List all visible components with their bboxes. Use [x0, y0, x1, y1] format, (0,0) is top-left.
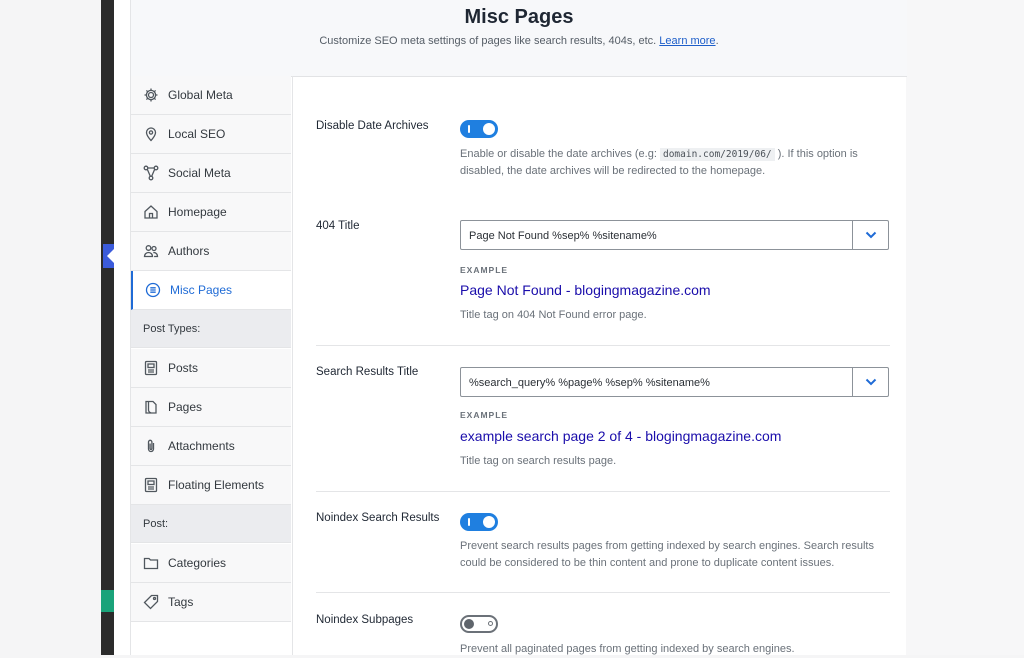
sidebar-item-social-meta[interactable]: Social Meta — [131, 154, 291, 193]
sidebar-item-posts[interactable]: Posts — [131, 349, 291, 388]
sidebar-item-label: Misc Pages — [170, 283, 233, 297]
sidebar-item-attachments[interactable]: Attachments — [131, 427, 291, 466]
sidebar-item-label: Categories — [168, 556, 227, 570]
paperclip-icon — [143, 438, 159, 454]
post-types-heading: Post Types: — [131, 310, 291, 348]
collapse-arrow-icon[interactable] — [107, 249, 114, 263]
page-title: Misc Pages — [464, 6, 574, 28]
section-divider — [316, 345, 890, 346]
toggle-off-mark — [488, 621, 493, 626]
subtitle-period: . — [715, 35, 719, 47]
toggle-on-mark — [468, 518, 470, 526]
sidebar-item-label: Authors — [168, 244, 210, 258]
sidebar-item-floating-elements[interactable]: Floating Elements — [131, 466, 291, 505]
sidebar-item-local-seo[interactable]: Local SEO — [131, 115, 291, 154]
share-nodes-icon — [143, 165, 159, 181]
disable-date-archives-description: Enable or disable the date archives (e.g… — [460, 146, 890, 180]
chevron-down-icon — [865, 378, 876, 386]
title-404-help: Title tag on 404 Not Found error page. — [460, 309, 647, 321]
noindex-search-results-label: Noindex Search Results — [316, 512, 440, 524]
section-divider — [316, 592, 890, 593]
sidebar-item-homepage[interactable]: Homepage — [131, 193, 291, 232]
title-404-example-label: EXAMPLE — [460, 265, 509, 275]
search-results-title-value: %search_query% %page% %sep% %sitename% — [469, 377, 710, 389]
search-results-title-help: Title tag on search results page. — [460, 455, 617, 467]
search-results-title-label: Search Results Title — [316, 366, 419, 378]
sidebar-item-pages[interactable]: Pages — [131, 388, 291, 427]
sidebar-item-label: Floating Elements — [168, 478, 265, 492]
noindex-search-results-toggle[interactable] — [460, 513, 498, 531]
document-icon — [143, 477, 159, 493]
sidebar-item-label: Local SEO — [168, 127, 226, 141]
page-header: Misc Pages Customize SEO meta settings o… — [130, 0, 907, 77]
date-archive-example-code: domain.com/2019/06/ — [659, 148, 775, 161]
location-pin-icon — [143, 126, 159, 142]
home-icon — [143, 204, 159, 220]
sidebar-item-label: Social Meta — [168, 166, 231, 180]
title-404-label: 404 Title — [316, 220, 360, 232]
page-subtitle: Customize SEO meta settings of pages lik… — [131, 35, 907, 47]
description-text: Enable or disable the date archives (e.g… — [460, 148, 660, 160]
subtitle-text: Customize SEO meta settings of pages lik… — [319, 35, 657, 47]
search-results-title-dropdown-button[interactable] — [852, 368, 888, 396]
toggle-knob — [464, 619, 474, 629]
title-404-example: Page Not Found - blogingmagazine.com — [460, 282, 711, 298]
section-divider — [316, 491, 890, 492]
sidebar-item-label: Posts — [168, 361, 199, 375]
sidebar-item-misc-pages[interactable]: Misc Pages — [131, 271, 291, 310]
page-icon — [143, 399, 159, 415]
sidebar-item-label: Homepage — [168, 205, 227, 219]
sidebar-item-label: Attachments — [168, 439, 235, 453]
page-background — [906, 0, 1024, 655]
title-404-value: Page Not Found %sep% %sitename% — [469, 230, 657, 242]
noindex-subpages-toggle[interactable] — [460, 615, 498, 633]
noindex-subpages-label: Noindex Subpages — [316, 614, 414, 626]
search-results-example-label: EXAMPLE — [460, 410, 509, 420]
settings-panel: Misc Pages Customize SEO meta settings o… — [114, 0, 907, 655]
title-404-select[interactable]: Page Not Found %sep% %sitename% — [460, 220, 889, 250]
background-panel-strip — [101, 0, 114, 655]
toggle-on-mark — [468, 125, 470, 133]
settings-content: Disable Date Archives Enable or disable … — [292, 76, 906, 655]
sidebar-item-label: Pages — [168, 400, 203, 414]
tag-icon — [143, 594, 159, 610]
sidebar-item-tags[interactable]: Tags — [131, 583, 291, 622]
post-heading: Post: — [131, 505, 291, 543]
chevron-down-icon — [865, 231, 876, 239]
sidebar-item-label: Global Meta — [168, 88, 233, 102]
disable-date-archives-label: Disable Date Archives — [316, 120, 429, 132]
toggle-knob — [483, 123, 495, 135]
gear-icon — [143, 87, 159, 103]
search-results-example: example search page 2 of 4 - blogingmaga… — [460, 428, 782, 444]
title-404-dropdown-button[interactable] — [852, 221, 888, 249]
document-icon — [143, 360, 159, 376]
toggle-knob — [483, 516, 495, 528]
users-icon — [143, 243, 159, 259]
sidebar-item-authors[interactable]: Authors — [131, 232, 291, 271]
sidebar-item-label: Tags — [168, 595, 194, 609]
folder-icon — [143, 555, 159, 571]
settings-sidebar: Global Meta Local SEO Social Meta Homepa… — [130, 76, 293, 655]
search-results-title-select[interactable]: %search_query% %page% %sep% %sitename% — [460, 367, 889, 397]
side-indicator — [101, 590, 114, 612]
list-circle-icon — [145, 282, 161, 298]
sidebar-item-categories[interactable]: Categories — [131, 544, 291, 583]
learn-more-link[interactable]: Learn more — [659, 35, 715, 47]
disable-date-archives-toggle[interactable] — [460, 120, 498, 138]
noindex-search-results-description: Prevent search results pages from gettin… — [460, 540, 874, 569]
noindex-subpages-description: Prevent all paginated pages from getting… — [460, 643, 795, 655]
sidebar-item-global-meta[interactable]: Global Meta — [131, 76, 291, 115]
